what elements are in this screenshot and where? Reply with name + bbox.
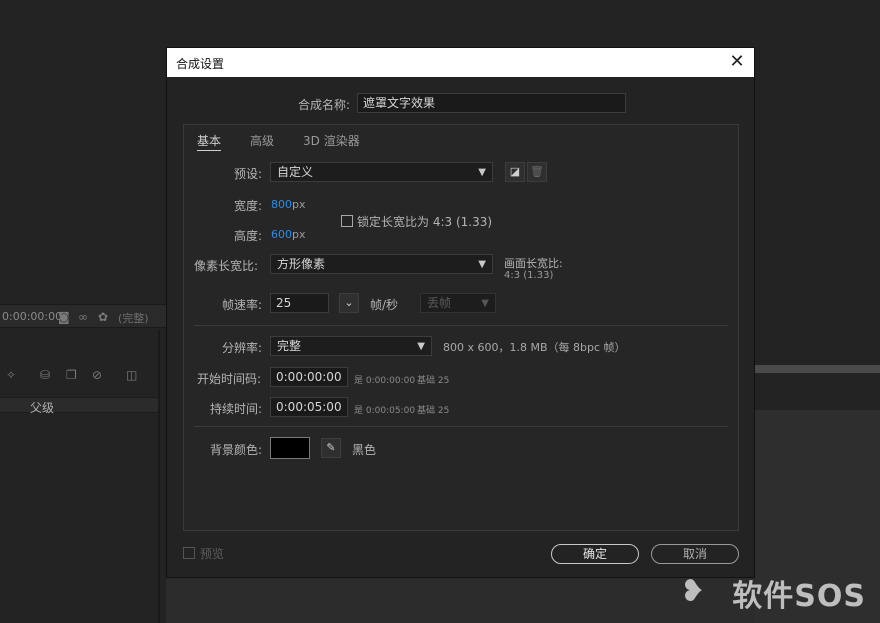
clip-icon[interactable]: ⊘ — [92, 368, 102, 382]
timeline-header: 0:00:00:00 ◙ ∞ ✿ (完整) — [0, 304, 166, 328]
preset-value: 自定义 — [277, 165, 314, 179]
dialog-title: 合成设置 — [176, 57, 225, 71]
timeline-toolbar: ✧ ⛁ ❐ ⊘ ◫ — [0, 360, 160, 396]
frame-aspect-value: 4:3 (1.33) — [504, 270, 554, 281]
duration-input[interactable]: 0:00:05:00 — [270, 397, 348, 417]
resolution-label[interactable]: (完整) — [118, 310, 149, 326]
tab-basic[interactable]: 基本 — [197, 132, 222, 151]
close-icon[interactable]: ✕ — [726, 51, 748, 73]
preset-select[interactable]: 自定义 ▼ — [270, 162, 493, 182]
drop-frame-select[interactable]: 丢帧 ▼ — [420, 293, 496, 313]
save-preset-icon[interactable]: ◪ — [505, 162, 525, 182]
start-base-info: 基础 25 — [417, 376, 450, 386]
resolution-label: 分辨率: — [222, 341, 263, 355]
shape-icon[interactable]: ✧ — [6, 368, 16, 382]
bgcolor-name: 黑色 — [352, 443, 377, 457]
stack-icon[interactable]: ⛁ — [40, 368, 50, 382]
watermark: 软件SOS — [732, 579, 866, 614]
pixel-aspect-select[interactable]: 方形像素 ▼ — [270, 254, 493, 274]
preset-label: 预设: — [234, 167, 263, 181]
settings-panel: 基本 高级 3D 渲染器 预设: 自定义 ▼ ◪ 🗑 宽度: 800 px 锁定… — [183, 124, 739, 531]
bgcolor-swatch[interactable] — [270, 437, 310, 459]
resolution-value: 完整 — [277, 339, 302, 353]
layers-icon[interactable]: ❐ — [66, 368, 77, 382]
panel-divider — [158, 330, 160, 623]
cancel-button[interactable]: 取消 — [651, 544, 739, 564]
fps-unit: 帧/秒 — [370, 298, 399, 312]
dialog-titlebar: 合成设置 ✕ — [167, 48, 754, 77]
comp-name-label: 合成名称: — [298, 98, 351, 112]
lock-aspect-label: 锁定长宽比为 4:3 (1.33) — [357, 215, 493, 229]
duration-base-info: 基础 25 — [417, 406, 450, 416]
preview-checkbox[interactable] — [183, 547, 195, 559]
chevron-down-icon: ▼ — [478, 167, 486, 178]
graph-icon[interactable]: ◫ — [126, 368, 137, 382]
height-value[interactable]: 600 — [271, 228, 292, 241]
parent-column[interactable]: 父级 — [30, 399, 54, 416]
width-label: 宽度: — [234, 199, 263, 213]
composition-settings-dialog: 合成设置 ✕ 合成名称: 遮罩文字效果 基本 高级 3D 渲染器 预设: 自定义… — [166, 47, 755, 578]
start-timecode-input[interactable]: 0:00:00:00 — [270, 367, 348, 387]
drop-frame-value: 丢帧 — [427, 296, 452, 310]
width-unit: px — [292, 198, 306, 211]
time-ruler[interactable] — [755, 365, 880, 373]
link-icon[interactable]: ∞ — [78, 310, 88, 324]
start-timecode-info: 是 0:00:00:00 — [354, 376, 416, 386]
ok-button[interactable]: 确定 — [551, 544, 639, 564]
tab-3d-renderer[interactable]: 3D 渲染器 — [303, 132, 360, 149]
start-timecode-label: 开始时间码: — [197, 372, 262, 386]
camera-icon[interactable]: ◙ — [58, 310, 70, 324]
watermark-logo-icon: ❥ — [680, 574, 706, 609]
pixel-aspect-label: 像素长宽比: — [194, 259, 259, 273]
bgcolor-label: 背景颜色: — [210, 443, 263, 457]
preview-label: 预览 — [200, 547, 225, 561]
resolution-info: 800 x 600，1.8 MB（每 8bpc 帧） — [443, 341, 626, 354]
pixel-aspect-value: 方形像素 — [277, 257, 326, 271]
lock-aspect-checkbox[interactable] — [341, 215, 353, 227]
color-icon[interactable]: ✿ — [98, 310, 108, 324]
bottom-panel — [166, 578, 755, 623]
comp-name-input[interactable]: 遮罩文字效果 — [357, 93, 626, 113]
divider — [194, 426, 728, 427]
duration-label: 持续时间: — [210, 402, 263, 416]
chevron-down-icon: ▼ — [478, 259, 486, 270]
framerate-label: 帧速率: — [222, 298, 263, 312]
frame-aspect-label: 画面长宽比: — [504, 257, 563, 270]
timecode[interactable]: 0:00:00:00 — [2, 310, 62, 323]
column-header: 父级 — [0, 397, 158, 416]
chevron-down-icon: ▼ — [481, 298, 489, 309]
height-unit: px — [292, 228, 306, 241]
delete-preset-icon[interactable]: 🗑 — [527, 162, 547, 182]
duration-info: 是 0:00:05:00 — [354, 406, 416, 416]
eyedropper-icon[interactable]: ✎ — [321, 438, 341, 458]
tab-advanced[interactable]: 高级 — [250, 132, 274, 149]
chevron-down-icon: ▼ — [417, 341, 425, 352]
resolution-select[interactable]: 完整 ▼ — [270, 336, 432, 356]
height-label: 高度: — [234, 229, 263, 243]
divider — [194, 325, 728, 326]
framerate-input[interactable]: 25 — [270, 293, 329, 313]
framerate-dropdown[interactable]: ⌄ — [339, 293, 359, 313]
width-value[interactable]: 800 — [271, 198, 292, 211]
